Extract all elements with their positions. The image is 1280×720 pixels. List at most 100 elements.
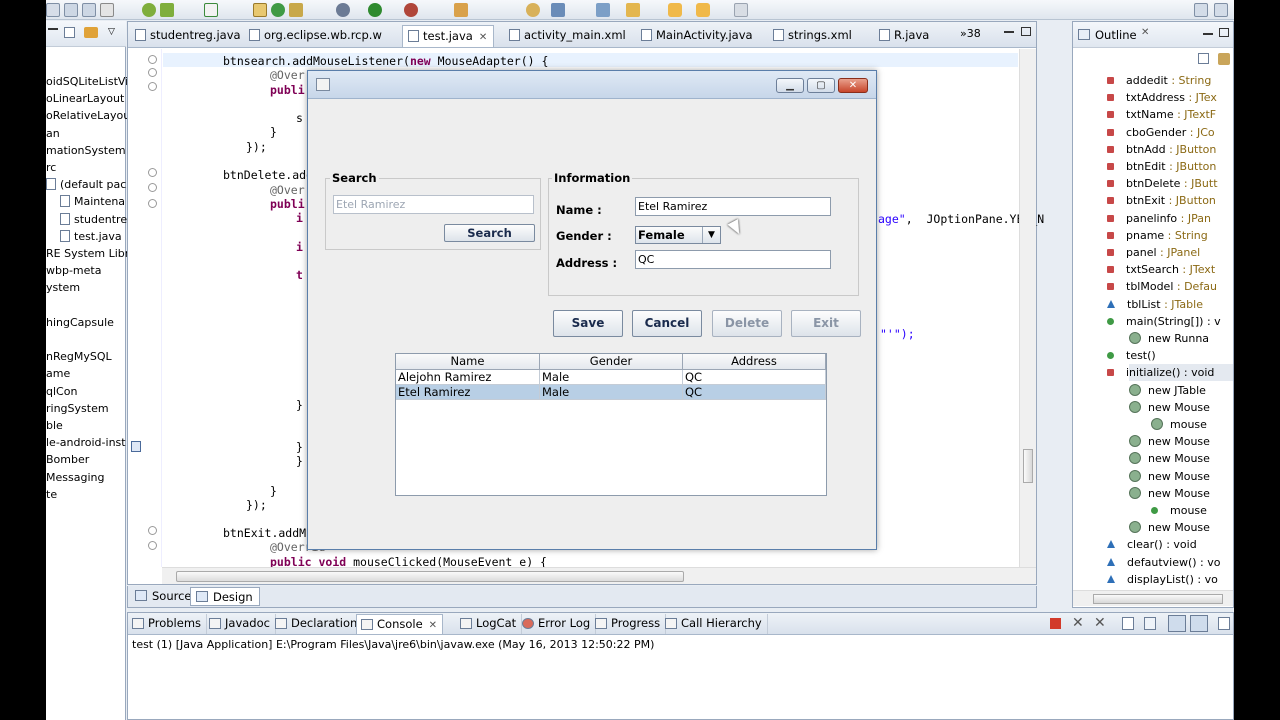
outline-item[interactable]: panel : JPanel xyxy=(1107,244,1200,261)
list-item[interactable]: mationSystem xyxy=(46,142,126,159)
back-icon[interactable] xyxy=(668,3,682,17)
pin-console-icon[interactable] xyxy=(1168,615,1186,632)
outline-item[interactable]: defautview() : vo xyxy=(1107,554,1221,571)
outline-item[interactable]: mouse xyxy=(1151,502,1207,519)
list-item[interactable]: Bomber xyxy=(46,451,89,468)
outline-item[interactable]: main(String[]) : v xyxy=(1107,313,1221,330)
new-java-project-icon[interactable] xyxy=(253,3,267,17)
outline-item[interactable]: btnEdit : JButton xyxy=(1107,158,1216,175)
student-table[interactable]: Name Gender Address Alejohn Ramirez Male… xyxy=(395,353,827,496)
list-item[interactable]: oRelativeLayout xyxy=(46,107,134,124)
column-header-gender[interactable]: Gender xyxy=(540,354,683,370)
search-button[interactable]: Search xyxy=(444,224,535,242)
search-icon[interactable] xyxy=(526,3,540,17)
outline-item[interactable]: txtAddress : JTex xyxy=(1107,89,1217,106)
fold-icon[interactable] xyxy=(148,526,157,535)
list-item[interactable]: test.java xyxy=(60,228,122,245)
outline-item[interactable]: txtSearch : JText xyxy=(1107,261,1215,278)
outline-item[interactable]: mouse xyxy=(1151,416,1207,433)
fold-icon[interactable] xyxy=(148,82,157,91)
outline-title[interactable]: Outline xyxy=(1095,28,1137,42)
tab-activity-main[interactable]: activity_main.xml xyxy=(504,25,632,47)
display-console-icon[interactable] xyxy=(1190,615,1208,632)
external-tools-icon[interactable] xyxy=(404,3,418,17)
list-item[interactable]: hingCapsule xyxy=(46,314,114,331)
name-field[interactable]: Etel Ramirez xyxy=(635,197,831,216)
perspective-icon[interactable] xyxy=(1214,3,1228,17)
new-class-icon[interactable] xyxy=(271,3,285,17)
close-button[interactable]: ✕ xyxy=(838,78,868,93)
minimize-editor-icon[interactable] xyxy=(1004,31,1014,33)
forward-history-icon[interactable] xyxy=(734,3,748,17)
outline-item[interactable]: txtName : JTextF xyxy=(1107,106,1216,123)
list-item[interactable]: Messaging xyxy=(46,469,104,486)
next-annotation-icon[interactable] xyxy=(596,3,610,17)
editor-horizontal-scroll-thumb[interactable] xyxy=(176,571,684,582)
tab-logcat[interactable]: LogCat xyxy=(456,614,523,634)
tab-main-activity[interactable]: MainActivity.java xyxy=(636,25,759,47)
list-item[interactable]: le-android-inst xyxy=(46,434,126,451)
outline-item[interactable]: new Mouse xyxy=(1129,433,1210,450)
outline-item[interactable]: initialize() : void xyxy=(1107,364,1233,382)
open-console-icon[interactable] xyxy=(1218,617,1230,630)
list-item[interactable]: ame xyxy=(46,365,70,382)
maximize-editor-icon[interactable] xyxy=(1021,27,1031,36)
outline-item[interactable]: new Mouse xyxy=(1129,468,1210,485)
list-item[interactable]: te xyxy=(46,486,57,503)
cancel-button[interactable]: Cancel xyxy=(632,310,702,337)
outline-item[interactable]: btnAdd : JButton xyxy=(1107,141,1216,158)
open-type-icon[interactable] xyxy=(454,3,468,17)
delete-button[interactable]: Delete xyxy=(712,310,782,337)
list-item[interactable]: RE System Libra xyxy=(46,245,136,262)
outline-item[interactable]: test() xyxy=(1107,347,1156,364)
minimize-button[interactable]: ▁ xyxy=(776,78,804,93)
fold-icon[interactable] xyxy=(148,55,157,64)
outline-item[interactable]: tblModel : Defau xyxy=(1107,278,1217,295)
maximize-icon[interactable] xyxy=(1219,28,1229,37)
bookmark-icon[interactable] xyxy=(131,441,141,452)
outline-item[interactable]: panelinfo : JPan xyxy=(1107,210,1211,227)
exit-button[interactable]: Exit xyxy=(791,310,861,337)
android-avd-icon[interactable] xyxy=(160,3,174,17)
tab-problems[interactable]: Problems xyxy=(128,614,208,634)
terminate-icon[interactable] xyxy=(1050,618,1061,629)
tab-console[interactable]: Console ✕ xyxy=(356,614,444,634)
column-header-name[interactable]: Name xyxy=(396,354,540,370)
minimize-icon[interactable] xyxy=(1203,33,1213,35)
new-icon[interactable] xyxy=(46,3,60,17)
tab-strings[interactable]: strings.xml xyxy=(768,25,858,47)
view-menu-icon[interactable]: ▽ xyxy=(108,27,115,37)
remove-launch-icon[interactable]: ✕ xyxy=(1072,615,1084,631)
save-all-icon[interactable] xyxy=(82,3,96,17)
editor-vertical-scrollbar[interactable] xyxy=(1019,49,1036,567)
tab-javadoc[interactable]: Javadoc xyxy=(205,614,276,634)
outline-item[interactable]: displayList() : vo xyxy=(1107,571,1218,588)
link-with-editor-icon[interactable] xyxy=(84,27,98,38)
outline-item[interactable]: tblList : JTable xyxy=(1107,296,1203,313)
tab-wb-rcp[interactable]: org.eclipse.wb.rcp.w xyxy=(244,25,388,47)
minimize-icon[interactable] xyxy=(48,28,58,30)
outline-horizontal-scrollbar[interactable] xyxy=(1073,590,1233,606)
save-icon[interactable] xyxy=(64,3,78,17)
fold-icon[interactable] xyxy=(148,183,157,192)
list-item[interactable]: qlCon xyxy=(46,383,77,400)
new-package-icon[interactable] xyxy=(289,3,303,17)
outline-item[interactable]: new Mouse xyxy=(1129,519,1210,536)
fold-icon[interactable] xyxy=(148,199,157,208)
list-item[interactable]: studentre xyxy=(60,211,127,228)
outline-scroll-thumb[interactable] xyxy=(1093,594,1223,604)
outline-item[interactable]: new JTable xyxy=(1129,382,1206,399)
list-item[interactable]: Maintena xyxy=(60,193,125,210)
list-item[interactable]: rc xyxy=(46,159,56,176)
outline-item[interactable]: addedit : String xyxy=(1107,72,1211,89)
editor-vertical-scroll-thumb[interactable] xyxy=(1023,449,1033,483)
close-icon[interactable]: ✕ xyxy=(429,620,437,631)
print-icon[interactable] xyxy=(100,3,114,17)
list-item[interactable]: (default pack xyxy=(46,176,133,193)
tab-test-java[interactable]: test.java ✕ xyxy=(402,25,495,47)
tab-declaration[interactable]: Declaration xyxy=(271,614,364,634)
sort-icon[interactable] xyxy=(1218,53,1230,65)
fold-icon[interactable] xyxy=(148,68,157,77)
maximize-button[interactable]: ▢ xyxy=(807,78,835,93)
annotation-icon[interactable] xyxy=(551,3,565,17)
